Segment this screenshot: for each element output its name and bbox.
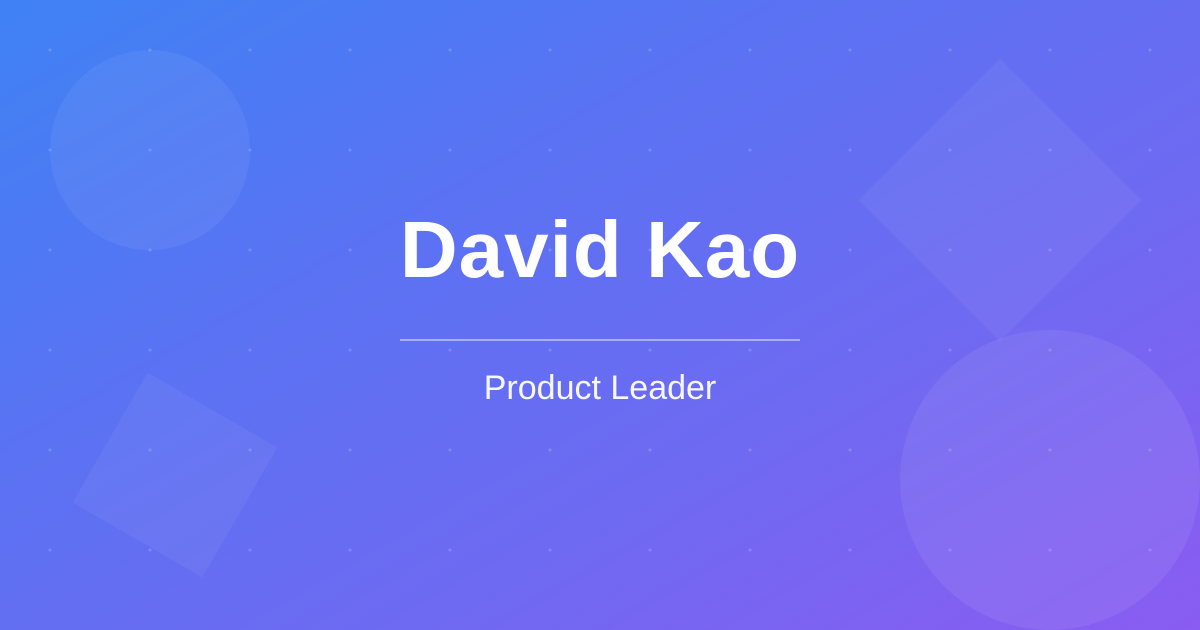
divider-line [400,339,800,341]
profile-name: David Kao [399,205,801,294]
profile-role: Product Leader [483,369,717,407]
social-card: David Kao Product Leader [0,0,1200,630]
